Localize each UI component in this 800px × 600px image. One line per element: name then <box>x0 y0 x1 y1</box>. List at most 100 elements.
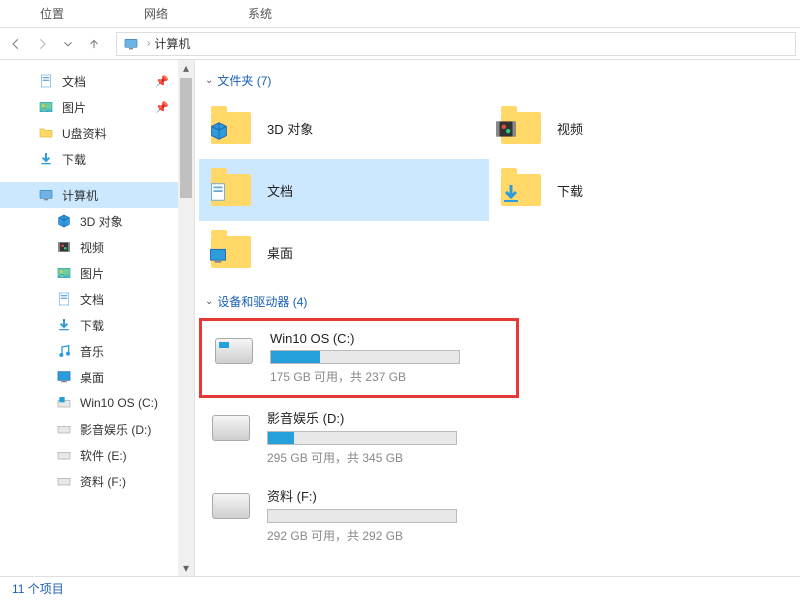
sidebar-item[interactable]: 资料 (F:) <box>0 468 179 494</box>
sidebar-item[interactable]: U盘资料 <box>0 120 179 146</box>
sidebar-item-label: 计算机 <box>62 187 98 204</box>
group-header-drives[interactable]: ⌄ 设备和驱动器 (4) <box>205 293 796 310</box>
sidebar-item-label: 图片 <box>80 265 104 282</box>
status-text: 11 个项目 <box>12 580 64 597</box>
pic-icon <box>56 265 72 281</box>
drive-status: 295 GB 可用，共 345 GB <box>267 449 511 466</box>
sidebar-item[interactable]: Win10 OS (C:) <box>0 390 179 416</box>
doc-folder-icon <box>207 166 255 214</box>
storage-bar <box>267 431 457 445</box>
sidebar-item[interactable]: 桌面 <box>0 364 179 390</box>
computer-icon <box>38 187 54 203</box>
toolbar: › 计算机 <box>0 28 800 60</box>
forward-button[interactable] <box>30 32 54 56</box>
chevron-right-icon: › <box>147 38 150 49</box>
disk-icon <box>207 408 255 448</box>
folder-item[interactable]: 文档 <box>199 159 489 221</box>
sidebar-item-label: 文档 <box>62 73 86 90</box>
download-icon <box>38 151 54 167</box>
sidebar-item-label: 音乐 <box>80 343 104 360</box>
video-icon <box>56 239 72 255</box>
sidebar-item[interactable]: 下载 <box>0 146 179 172</box>
sidebar-item-label: 资料 (F:) <box>80 473 126 490</box>
disk-icon <box>210 331 258 371</box>
scroll-down-icon[interactable]: ▾ <box>178 560 194 576</box>
sidebar-item[interactable]: 计算机 <box>0 182 179 208</box>
drive-item[interactable]: 影音娱乐 (D:) 295 GB 可用，共 345 GB <box>199 398 519 476</box>
chevron-down-icon: ⌄ <box>205 75 213 86</box>
sidebar-item[interactable]: 视频 <box>0 234 179 260</box>
folder-name: 文档 <box>267 181 293 200</box>
tab-location[interactable]: 位置 <box>0 0 104 27</box>
sidebar: 文档 📌 图片 📌 U盘资料 下载 计算机 3D 对象 视频 图片 文档 下载 … <box>0 60 195 576</box>
sidebar-scrollbar[interactable]: ▴ ▾ <box>178 60 194 576</box>
sidebar-item[interactable]: 文档 <box>0 286 179 312</box>
pin-icon: 📌 <box>155 101 169 114</box>
download-folder-icon <box>497 166 545 214</box>
desktop-folder-icon <box>207 228 255 276</box>
sidebar-item-label: 图片 <box>62 99 86 116</box>
3d-icon <box>56 213 72 229</box>
sidebar-item[interactable]: 下载 <box>0 312 179 338</box>
music-icon <box>56 343 72 359</box>
folder-item[interactable]: 3D 对象 <box>199 97 489 159</box>
disk-icon <box>56 447 72 463</box>
content-pane: ⌄ 文件夹 (7) 3D 对象 视频 文档 下载 桌面 ⌄ 设备和驱动器 (4)… <box>195 60 800 576</box>
computer-icon <box>123 36 139 52</box>
recent-dropdown[interactable] <box>56 32 80 56</box>
sidebar-item[interactable]: 图片 <box>0 260 179 286</box>
sidebar-item[interactable]: 影音娱乐 (D:) <box>0 416 179 442</box>
drive-status: 292 GB 可用，共 292 GB <box>267 527 511 544</box>
group-header-folders-label: 文件夹 (7) <box>217 72 271 89</box>
back-button[interactable] <box>4 32 28 56</box>
scroll-thumb[interactable] <box>180 78 192 198</box>
drive-item[interactable]: 资料 (F:) 292 GB 可用，共 292 GB <box>199 476 519 554</box>
folder-name: 桌面 <box>267 243 293 262</box>
status-bar: 11 个项目 <box>0 576 800 600</box>
folder-name: 视频 <box>557 119 583 138</box>
drive-name: Win10 OS (C:) <box>270 331 508 346</box>
sidebar-item[interactable]: 图片 📌 <box>0 94 179 120</box>
folder-icon <box>38 125 54 141</box>
folder-item[interactable]: 桌面 <box>199 221 489 283</box>
sidebar-item[interactable]: 音乐 <box>0 338 179 364</box>
sidebar-item-label: 影音娱乐 (D:) <box>80 421 151 438</box>
group-header-folders[interactable]: ⌄ 文件夹 (7) <box>205 72 796 89</box>
sidebar-item-label: 3D 对象 <box>80 213 123 230</box>
group-header-drives-label: 设备和驱动器 (4) <box>217 293 307 310</box>
drive-name: 影音娱乐 (D:) <box>267 408 511 427</box>
breadcrumb-current: 计算机 <box>154 35 190 52</box>
sidebar-item-label: 文档 <box>80 291 104 308</box>
chevron-down-icon: ⌄ <box>205 296 213 307</box>
sidebar-item-label: 下载 <box>62 151 86 168</box>
folder-item[interactable]: 视频 <box>489 97 779 159</box>
3d-folder-icon <box>207 104 255 152</box>
storage-bar <box>267 509 457 523</box>
download-icon <box>56 317 72 333</box>
drive-item[interactable]: Win10 OS (C:) 175 GB 可用，共 237 GB <box>199 318 519 398</box>
folder-item[interactable]: 下载 <box>489 159 779 221</box>
desktop-icon <box>56 369 72 385</box>
sidebar-item-label: U盘资料 <box>62 125 107 142</box>
breadcrumb[interactable]: › 计算机 <box>116 32 796 56</box>
scroll-up-icon[interactable]: ▴ <box>178 60 194 76</box>
folder-name: 3D 对象 <box>267 119 313 138</box>
sidebar-item[interactable]: 3D 对象 <box>0 208 179 234</box>
sidebar-item-label: 软件 (E:) <box>80 447 127 464</box>
folder-name: 下载 <box>557 181 583 200</box>
tab-network[interactable]: 网络 <box>104 0 208 27</box>
sidebar-item-label: 桌面 <box>80 369 104 386</box>
sidebar-item[interactable]: 文档 📌 <box>0 68 179 94</box>
sidebar-item[interactable]: 软件 (E:) <box>0 442 179 468</box>
tab-system[interactable]: 系统 <box>208 0 312 27</box>
video-folder-icon <box>497 104 545 152</box>
drive-status: 175 GB 可用，共 237 GB <box>270 368 508 385</box>
sidebar-item-label: 下载 <box>80 317 104 334</box>
storage-bar <box>270 350 460 364</box>
up-button[interactable] <box>82 32 106 56</box>
disk-icon <box>207 486 255 526</box>
pic-icon <box>38 99 54 115</box>
doc-icon <box>38 73 54 89</box>
disk-icon <box>56 421 72 437</box>
drive-name: 资料 (F:) <box>267 486 511 505</box>
